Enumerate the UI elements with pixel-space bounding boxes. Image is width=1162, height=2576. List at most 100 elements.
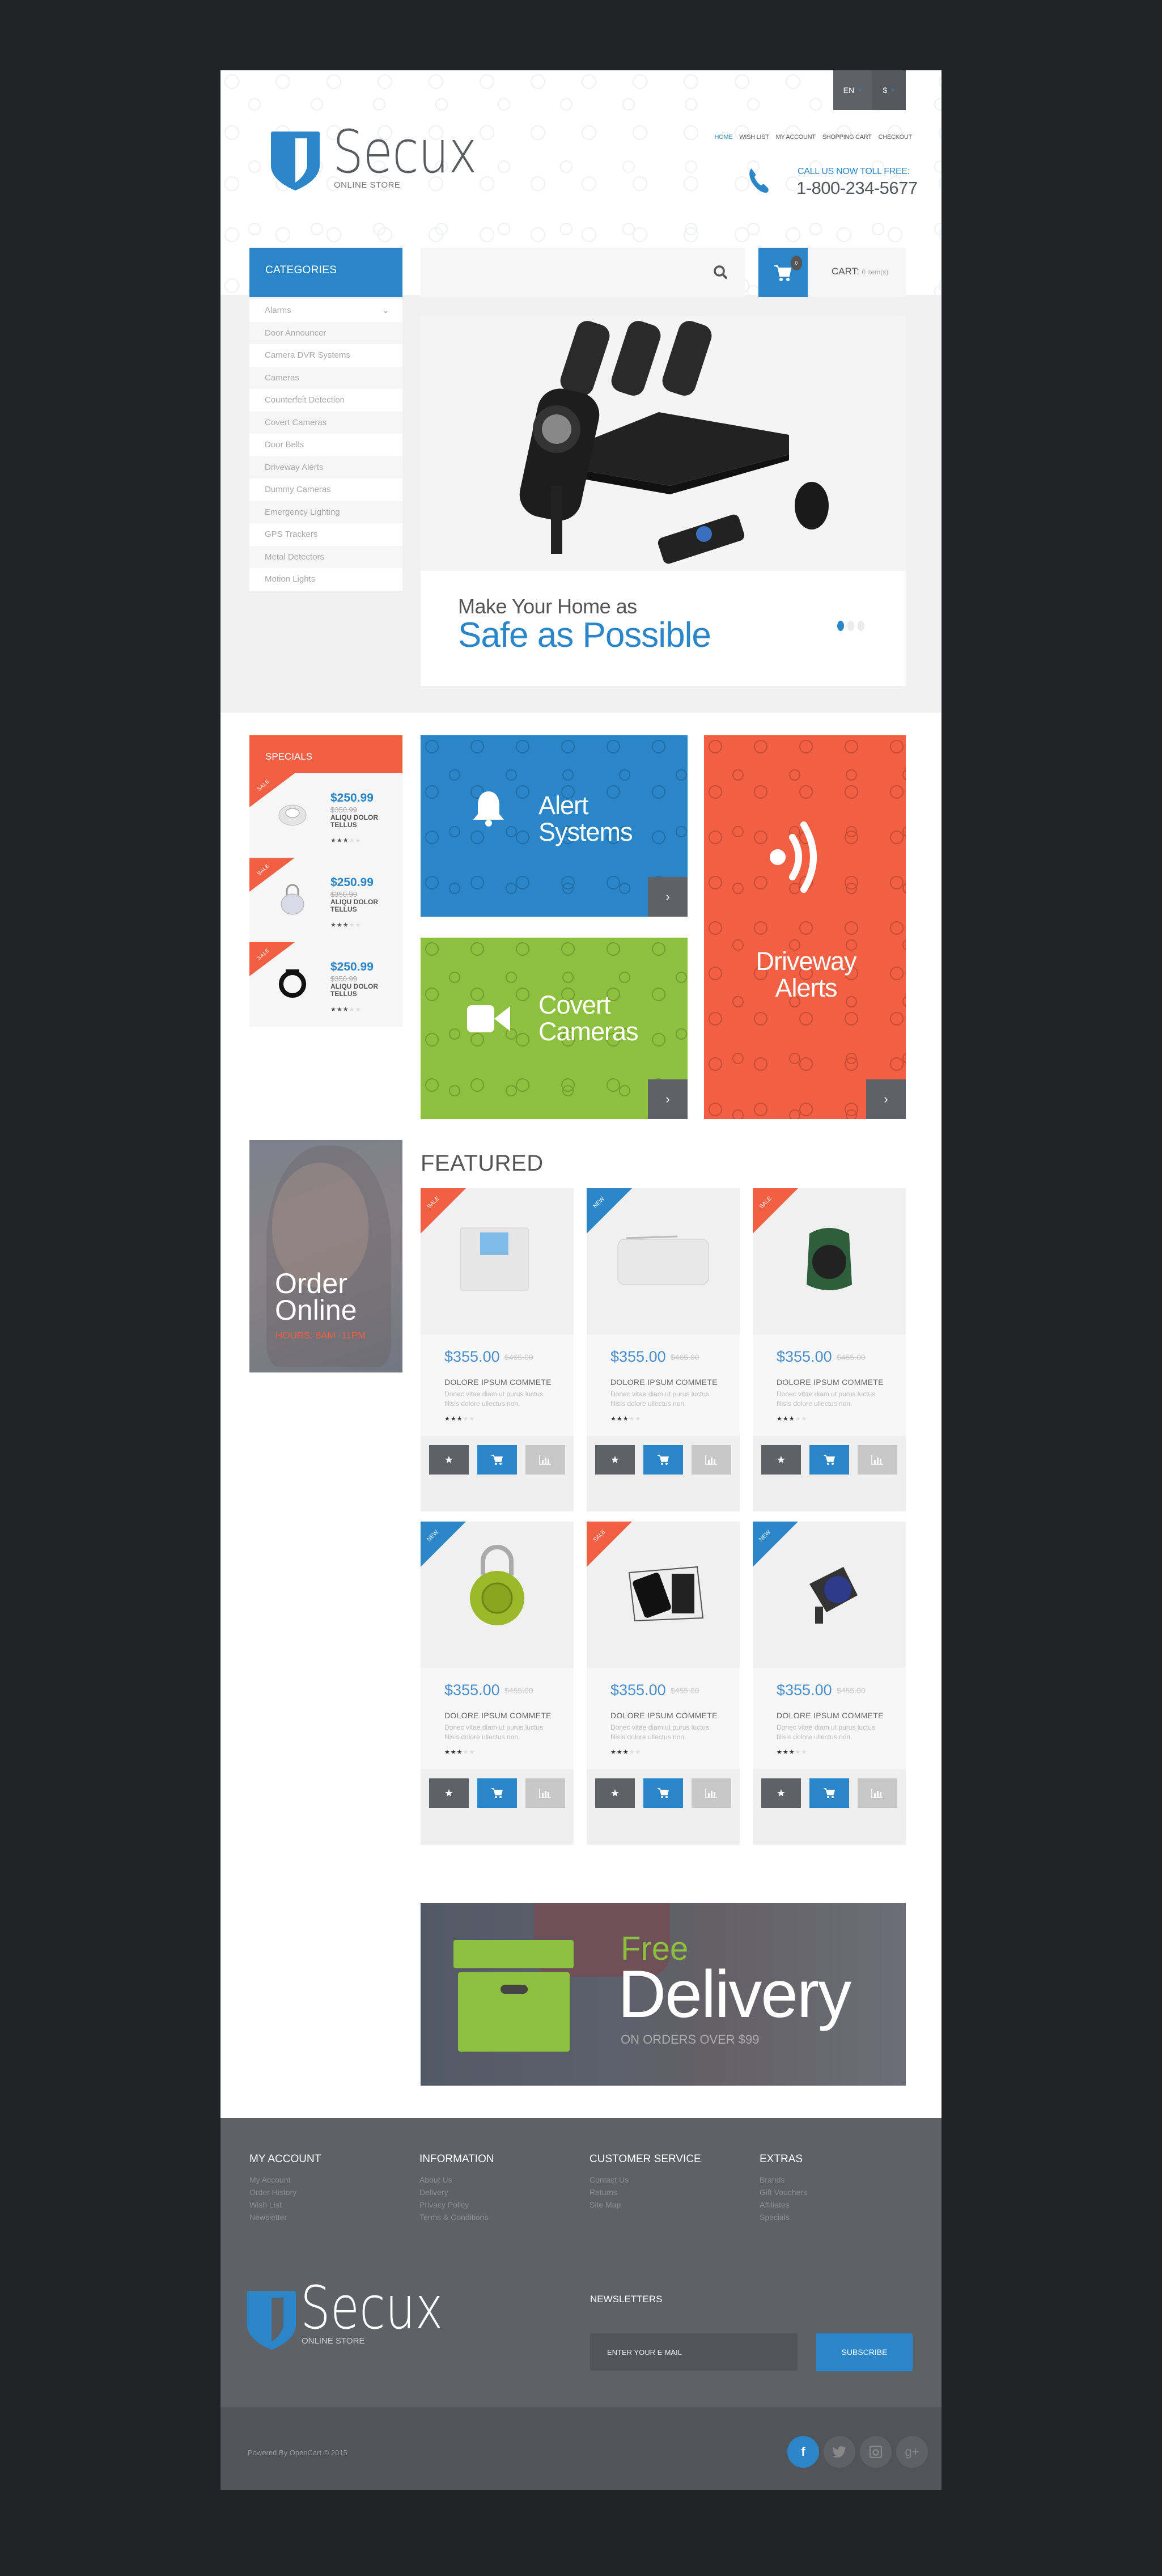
footer-link[interactable]: Delivery (419, 2186, 494, 2198)
footer-link[interactable]: Returns (590, 2186, 701, 2198)
category-item[interactable]: GPS Trackers (249, 523, 402, 546)
special-item[interactable]: SALE $250.99 $350.99 ALIQU DOLOR TELLUS … (249, 858, 402, 942)
product-card[interactable]: NEW $355.00 $465.00 DOLORE IPSUM COMMETE… (587, 1188, 740, 1511)
star-icon: ★ (469, 1749, 475, 1756)
instagram-icon[interactable] (860, 2436, 892, 2468)
subscribe-button[interactable]: SUBSCRIBE (816, 2333, 913, 2371)
phone-number[interactable]: 1-800-234-5677 (796, 178, 918, 198)
category-item[interactable]: Motion Lights (249, 568, 402, 591)
add-to-cart-button[interactable] (643, 1445, 683, 1475)
language-selector[interactable]: EN ∨ (833, 70, 872, 110)
chevron-down-icon[interactable]: ⌄ (383, 306, 389, 315)
compare-button[interactable] (858, 1778, 897, 1808)
footer-link[interactable]: Gift Vouchers (760, 2186, 807, 2198)
footer-link[interactable]: Affiliates (760, 2198, 807, 2211)
footer-link[interactable]: Privacy Policy (419, 2198, 494, 2211)
category-item[interactable]: Camera DVR Systems (249, 344, 402, 367)
nav-shopping-cart[interactable]: SHOPPING CART (822, 134, 872, 141)
product-card[interactable]: SALE $355.00 $465.00 DOLORE IPSUM COMMET… (753, 1188, 906, 1511)
shield-logo-icon[interactable] (247, 2291, 296, 2350)
chevron-right-icon[interactable]: › (648, 1079, 688, 1119)
currency-selector[interactable]: $ ∨ (872, 70, 906, 110)
add-to-wishlist-button[interactable]: ★ (595, 1445, 635, 1475)
add-to-wishlist-button[interactable]: ★ (595, 1778, 635, 1808)
footer-link[interactable]: Wish List (249, 2198, 321, 2211)
compare-button[interactable] (692, 1445, 731, 1475)
chevron-right-icon[interactable]: › (866, 1079, 906, 1119)
footer-link[interactable]: My Account (249, 2174, 321, 2186)
nav-home[interactable]: HOME (714, 134, 732, 141)
special-name[interactable]: ALIQU DOLOR TELLUS (330, 814, 393, 828)
add-to-wishlist-button[interactable]: ★ (761, 1778, 801, 1808)
slider-dot[interactable] (847, 621, 854, 631)
category-item[interactable]: Door Announcer (249, 321, 402, 344)
slider-dot[interactable] (858, 621, 864, 631)
search-icon[interactable] (712, 264, 729, 281)
add-to-cart-button[interactable] (809, 1445, 849, 1475)
footer-logo-name[interactable]: Secux (300, 2278, 443, 2337)
product-name[interactable]: DOLORE IPSUM COMMETE (444, 1711, 552, 1720)
nav-my-account[interactable]: MY ACCOUNT (776, 134, 816, 141)
compare-button[interactable] (525, 1445, 565, 1475)
product-card[interactable]: NEW $355.00 $455.00 DOLORE IPSUM COMMETE… (421, 1522, 574, 1845)
footer-link[interactable]: Brands (760, 2174, 807, 2186)
chevron-right-icon[interactable]: › (648, 877, 688, 917)
footer-link[interactable]: About Us (419, 2174, 494, 2186)
add-to-wishlist-button[interactable]: ★ (429, 1445, 469, 1475)
add-to-cart-button[interactable] (477, 1445, 517, 1475)
special-name[interactable]: ALIQU DOLOR TELLUS (330, 983, 393, 997)
category-item[interactable]: Driveway Alerts (249, 456, 402, 478)
product-name[interactable]: DOLORE IPSUM COMMETE (777, 1711, 884, 1720)
tile-covert-cameras[interactable]: Covert Cameras › (421, 938, 688, 1119)
compare-button[interactable] (525, 1778, 565, 1808)
cart-summary[interactable]: CART: 0 item(s) (808, 248, 906, 297)
category-item[interactable]: Cameras (249, 366, 402, 389)
footer-link[interactable]: Contact Us (590, 2174, 701, 2186)
special-item[interactable]: SALE $250.99 $350.99 ALIQU DOLOR TELLUS … (249, 773, 402, 858)
category-item[interactable]: Counterfeit Detection (249, 389, 402, 412)
logo-name[interactable]: Secux (333, 122, 477, 181)
category-item[interactable]: Alarms ⌄ (249, 299, 402, 322)
product-name[interactable]: DOLORE IPSUM COMMETE (777, 1378, 884, 1387)
product-card[interactable]: SALE $355.00 $465.00 DOLORE IPSUM COMMET… (421, 1188, 574, 1511)
slider-dot[interactable] (837, 621, 844, 631)
product-card[interactable]: NEW $355.00 $455.00 DOLORE IPSUM COMMETE… (753, 1522, 906, 1845)
add-to-cart-button[interactable] (643, 1778, 683, 1808)
nav-checkout[interactable]: CHECKOUT (879, 134, 913, 141)
cart-button[interactable]: 0 (758, 248, 808, 297)
footer-link[interactable]: Site Map (590, 2198, 701, 2211)
search-input[interactable] (421, 248, 704, 297)
twitter-icon[interactable] (824, 2436, 855, 2468)
footer-link[interactable]: Specials (760, 2211, 807, 2223)
footer-link[interactable]: Terms & Conditions (419, 2211, 494, 2223)
add-to-wishlist-button[interactable]: ★ (761, 1445, 801, 1475)
footer-link[interactable]: Newsletter (249, 2211, 321, 2223)
category-item[interactable]: Covert Cameras (249, 411, 402, 434)
product-name[interactable]: DOLORE IPSUM COMMETE (444, 1378, 552, 1387)
product-name[interactable]: DOLORE IPSUM COMMETE (610, 1711, 718, 1720)
tile-alert-systems[interactable]: Alert Systems › (421, 735, 688, 917)
google-plus-icon[interactable]: g+ (896, 2436, 928, 2468)
order-online-banner[interactable]: Order Online HOURS: 8AM -11PM (249, 1140, 402, 1372)
special-name[interactable]: ALIQU DOLOR TELLUS (330, 899, 393, 913)
compare-button[interactable] (692, 1778, 731, 1808)
shield-logo-icon[interactable] (271, 132, 320, 190)
category-item[interactable]: Metal Detectors (249, 545, 402, 568)
facebook-icon[interactable]: f (787, 2436, 819, 2468)
free-delivery-banner[interactable]: Free Delivery ON ORDERS OVER $99 (421, 1903, 906, 2086)
category-item[interactable]: Dummy Cameras (249, 478, 402, 501)
add-to-cart-button[interactable] (477, 1778, 517, 1808)
add-to-wishlist-button[interactable]: ★ (429, 1778, 469, 1808)
nav-wish-list[interactable]: WISH LIST (739, 134, 769, 141)
special-item[interactable]: SALE $250.99 $350.99 ALIQU DOLOR TELLUS … (249, 942, 402, 1027)
category-item[interactable]: Door Bells (249, 434, 402, 456)
product-name[interactable]: DOLORE IPSUM COMMETE (610, 1378, 718, 1387)
footer-link[interactable]: Order History (249, 2186, 321, 2198)
category-item[interactable]: Emergency Lighting (249, 501, 402, 523)
newsletter-email-input[interactable] (590, 2333, 798, 2371)
compare-button[interactable] (858, 1445, 897, 1475)
product-card[interactable]: SALE $355.00 $455.00 DOLORE IPSUM COMMET… (587, 1522, 740, 1845)
hero-slider[interactable]: Make Your Home as Safe as Possible (421, 316, 906, 686)
add-to-cart-button[interactable] (809, 1778, 849, 1808)
tile-driveway-alerts[interactable]: Driveway Alerts › (704, 735, 906, 1119)
